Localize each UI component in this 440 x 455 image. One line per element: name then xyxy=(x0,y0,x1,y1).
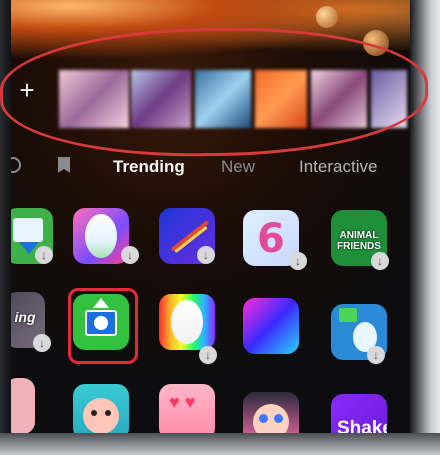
device-bezel-left xyxy=(0,0,11,455)
effect-tile[interactable] xyxy=(243,392,299,433)
effect-tile[interactable] xyxy=(11,378,35,433)
download-icon: ↓ xyxy=(371,252,389,270)
effect-tile-shake[interactable]: Shake xyxy=(331,394,387,433)
effect-tile[interactable]: ♥ ♥ xyxy=(159,384,215,433)
effect-label: ing xyxy=(14,309,36,325)
download-icon: ↓ xyxy=(199,346,217,364)
effect-tile[interactable] xyxy=(243,298,299,354)
download-icon: ↓ xyxy=(367,346,385,364)
effect-label: ANIMAL FRIENDS xyxy=(337,230,381,252)
no-effect-icon[interactable] xyxy=(11,156,21,174)
ornament-decoration xyxy=(316,6,338,28)
bookmark-icon[interactable] xyxy=(57,156,71,174)
effect-label: Shake xyxy=(337,418,387,433)
download-icon: ↓ xyxy=(121,246,139,264)
download-icon: ↓ xyxy=(289,252,307,270)
effect-tile-selected[interactable] xyxy=(73,294,129,350)
tab-interactive[interactable]: Interactive xyxy=(299,157,377,177)
download-icon: ↓ xyxy=(33,334,51,352)
download-icon: ↓ xyxy=(35,246,53,264)
tab-trending[interactable]: Trending xyxy=(113,157,185,177)
download-icon: ↓ xyxy=(197,246,215,264)
effect-tile[interactable] xyxy=(73,384,129,433)
tab-new[interactable]: New xyxy=(221,157,255,177)
effect-tile[interactable] xyxy=(159,294,215,350)
device-bezel-bottom xyxy=(0,433,440,455)
